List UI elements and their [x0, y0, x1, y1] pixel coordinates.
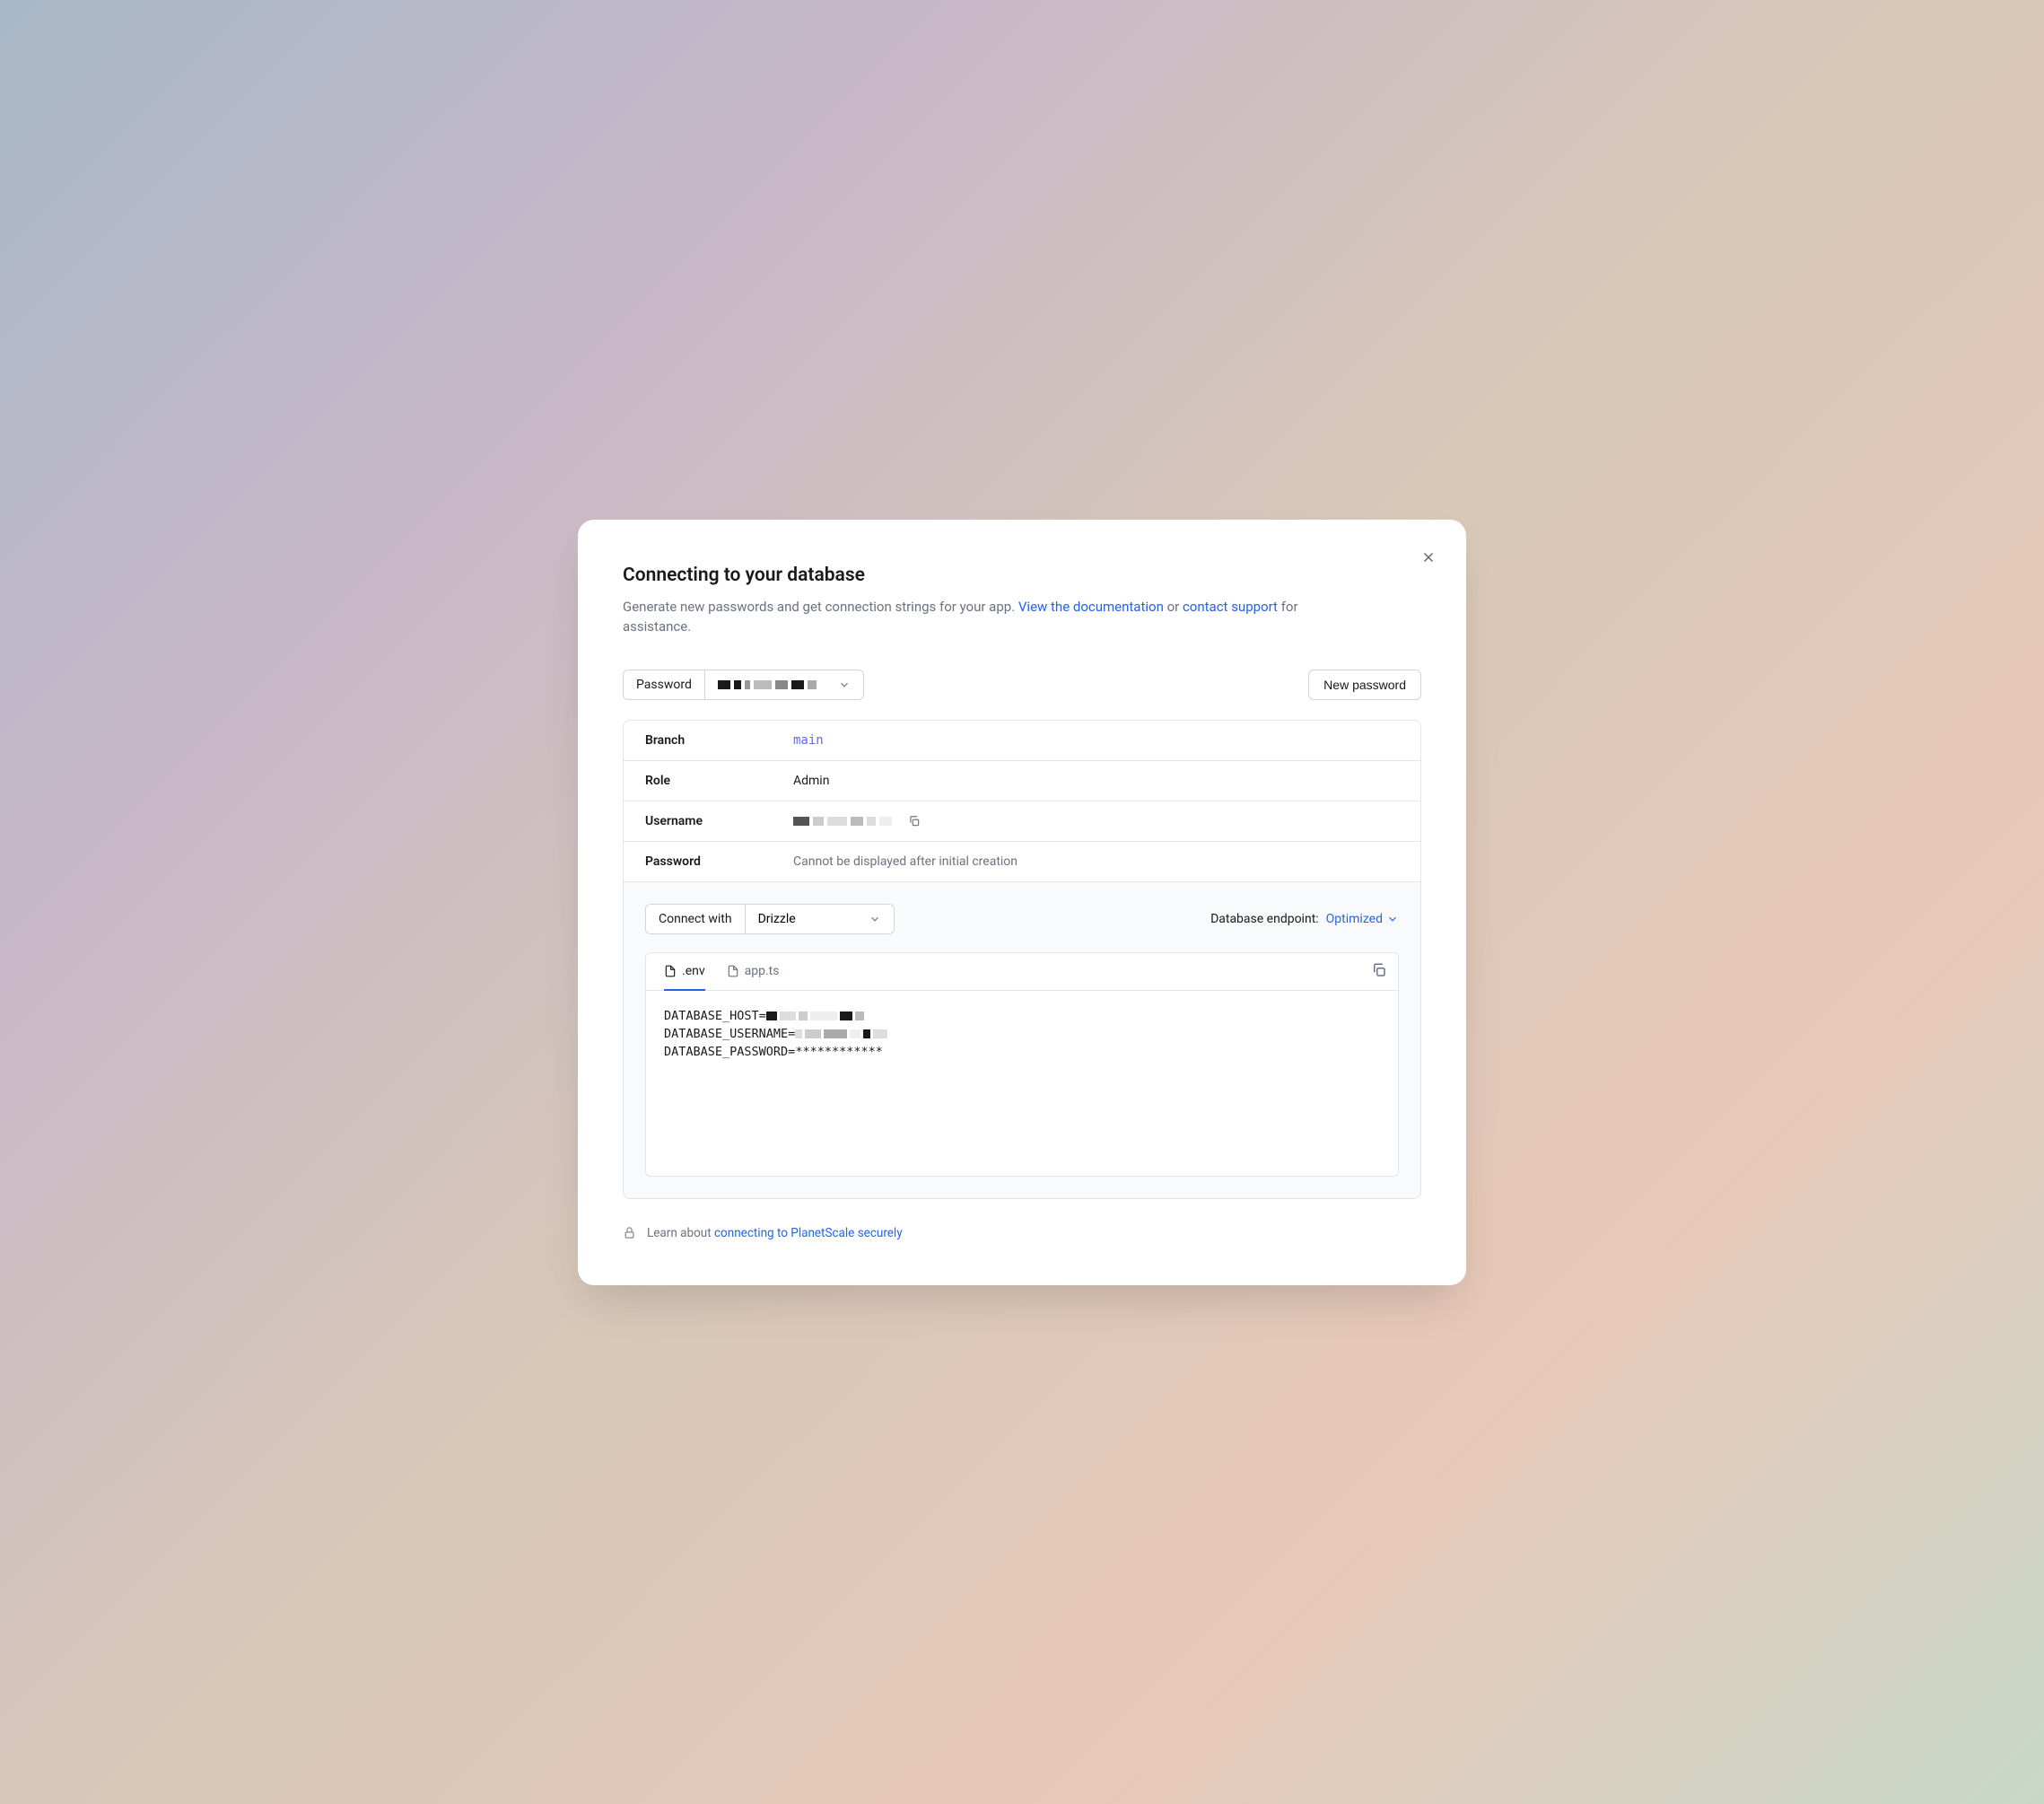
- copy-code-button[interactable]: [1371, 962, 1387, 978]
- endpoint-selector[interactable]: Optimized: [1326, 912, 1399, 926]
- env-key: DATABASE_PASSWORD=: [664, 1043, 795, 1061]
- close-icon: [1420, 549, 1437, 565]
- branch-row: Branch main: [624, 721, 1420, 761]
- endpoint-label: Database endpoint:: [1210, 912, 1319, 926]
- toolbar: Password New password: [623, 670, 1421, 700]
- password-row: Password Cannot be displayed after initi…: [624, 842, 1420, 881]
- connect-panel: Connect with Drizzle Database endpoint: …: [623, 882, 1421, 1199]
- framework-value: Drizzle: [758, 912, 796, 926]
- env-key: DATABASE_USERNAME=: [664, 1025, 795, 1043]
- env-line-username: DATABASE_USERNAME=: [664, 1025, 1380, 1043]
- file-icon: [664, 965, 677, 977]
- role-label: Role: [645, 774, 793, 788]
- tab-label: .env: [682, 964, 705, 978]
- footer-prefix: Learn about: [647, 1226, 714, 1240]
- copy-username-button[interactable]: [908, 815, 921, 828]
- lock-icon: [623, 1226, 636, 1239]
- code-content: DATABASE_HOST= DATABASE_USERNAME= DATABA…: [646, 991, 1398, 1078]
- env-line-password: DATABASE_PASSWORD=************: [664, 1043, 1380, 1061]
- env-value: ************: [795, 1043, 883, 1061]
- tab-env[interactable]: .env: [664, 953, 705, 991]
- role-value: Admin: [793, 774, 829, 788]
- documentation-link[interactable]: View the documentation: [1018, 599, 1164, 615]
- subtitle-text: or: [1164, 599, 1183, 615]
- connection-details-table: Branch main Role Admin Username Password…: [623, 720, 1421, 882]
- footer-note: Learn about connecting to PlanetScale se…: [623, 1226, 1421, 1240]
- username-value: [793, 815, 921, 828]
- tab-label: app.ts: [745, 964, 780, 978]
- close-button[interactable]: [1418, 547, 1439, 568]
- password-note: Cannot be displayed after initial creati…: [793, 854, 1018, 869]
- modal-subtitle: Generate new passwords and get connectio…: [623, 597, 1323, 637]
- connect-with-selector: Connect with Drizzle: [645, 904, 895, 934]
- endpoint-value-text: Optimized: [1326, 912, 1383, 926]
- redacted-password-name: [718, 680, 817, 689]
- chevron-down-icon: [1386, 913, 1399, 925]
- endpoint-row: Database endpoint: Optimized: [1210, 912, 1399, 926]
- chevron-down-icon: [838, 679, 851, 691]
- branch-value: main: [793, 733, 824, 748]
- framework-selector[interactable]: Drizzle: [746, 905, 894, 933]
- env-line-host: DATABASE_HOST=: [664, 1007, 1380, 1025]
- role-row: Role Admin: [624, 761, 1420, 801]
- support-link[interactable]: contact support: [1183, 599, 1278, 615]
- chevron-down-icon: [869, 913, 881, 925]
- connect-header: Connect with Drizzle Database endpoint: …: [645, 904, 1399, 934]
- redacted-username: [793, 817, 892, 826]
- username-row: Username: [624, 801, 1420, 842]
- file-icon: [727, 965, 739, 977]
- tab-appts[interactable]: app.ts: [727, 953, 780, 991]
- env-key: DATABASE_HOST=: [664, 1007, 766, 1025]
- connection-modal: Connecting to your database Generate new…: [578, 520, 1466, 1285]
- username-label: Username: [645, 814, 793, 828]
- redacted-username-env: [795, 1029, 887, 1038]
- password-selector-value[interactable]: [705, 670, 863, 699]
- code-box: .env app.ts DATABASE_HOST= DATABASE_USER…: [645, 952, 1399, 1177]
- connect-with-label: Connect with: [646, 905, 746, 933]
- modal-title: Connecting to your database: [623, 565, 1421, 586]
- password-selector-label: Password: [624, 670, 705, 699]
- footer-text: Learn about connecting to PlanetScale se…: [647, 1226, 903, 1240]
- secure-connection-link[interactable]: connecting to PlanetScale securely: [714, 1226, 903, 1240]
- new-password-button[interactable]: New password: [1308, 670, 1421, 700]
- password-selector: Password: [623, 670, 864, 700]
- branch-label: Branch: [645, 733, 793, 748]
- file-tabs: .env app.ts: [646, 953, 1398, 991]
- redacted-host: [766, 1011, 864, 1020]
- subtitle-text: Generate new passwords and get connectio…: [623, 599, 1018, 615]
- password-label: Password: [645, 854, 793, 869]
